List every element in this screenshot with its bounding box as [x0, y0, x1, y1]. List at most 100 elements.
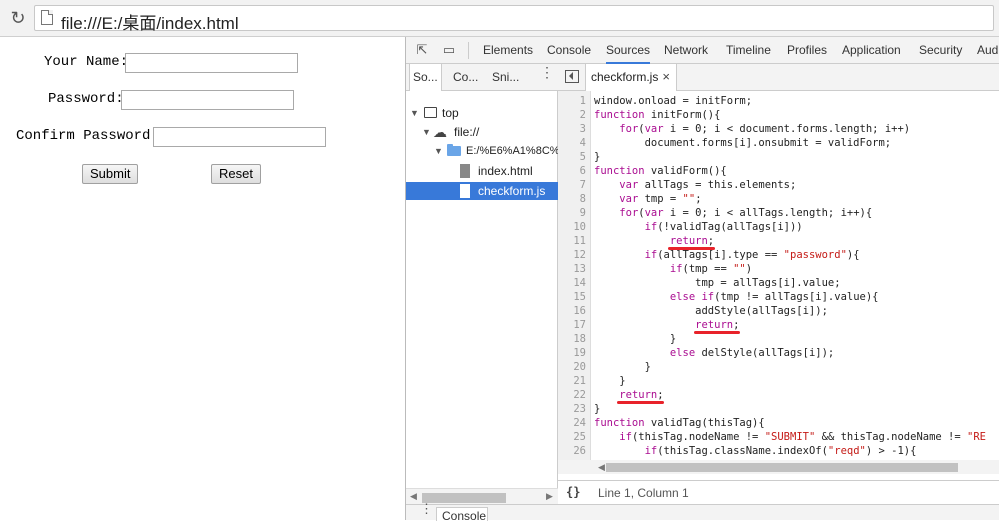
code-line[interactable]: 26 if(thisTag.className.indexOf("reqd") … — [558, 444, 999, 458]
tab-profiles[interactable]: Profiles — [787, 37, 827, 64]
code-line[interactable]: 4 document.forms[i].onsubmit = validForm… — [558, 136, 999, 150]
drawer-menu-icon[interactable]: ⋮ — [420, 502, 433, 515]
editor-horizontal-scrollbar[interactable]: ◀ — [558, 460, 999, 474]
line-number[interactable]: 12 — [558, 248, 586, 262]
tab-network[interactable]: Network — [664, 37, 708, 64]
tree-item-top[interactable]: ▼ top — [406, 104, 558, 122]
line-number[interactable]: 23 — [558, 402, 586, 416]
password-input[interactable] — [121, 90, 294, 110]
code-text: for(var i = 0; i < allTags.length; i++){ — [619, 207, 873, 219]
code-line[interactable]: 19 else delStyle(allTags[i]); — [558, 346, 999, 360]
code-line[interactable]: 20 } — [558, 360, 999, 374]
toggle-navigator-icon[interactable] — [565, 70, 579, 83]
tab-elements[interactable]: Elements — [483, 37, 533, 64]
code-line[interactable]: 22 return; — [558, 388, 999, 402]
line-number[interactable]: 26 — [558, 444, 586, 458]
tree-item-origin[interactable]: ▼ ☁ file:// — [406, 123, 558, 141]
code-line[interactable]: 10 if(!validTag(allTags[i])) — [558, 220, 999, 234]
line-number[interactable]: 6 — [558, 164, 586, 178]
close-icon[interactable]: × — [662, 64, 670, 90]
expand-arrow-icon[interactable]: ▼ — [434, 142, 443, 160]
code-line[interactable]: 5} — [558, 150, 999, 164]
code-line[interactable]: 12 if(allTags[i].type == "password"){ — [558, 248, 999, 262]
submit-button[interactable]: Submit — [82, 164, 139, 184]
code-line[interactable]: 9 for(var i = 0; i < allTags.length; i++… — [558, 206, 999, 220]
reset-button[interactable]: Reset — [211, 164, 261, 184]
code-line[interactable]: 14 tmp = allTags[i].value; — [558, 276, 999, 290]
tab-timeline[interactable]: Timeline — [726, 37, 771, 64]
line-number[interactable]: 9 — [558, 206, 586, 220]
code-line[interactable]: 15 else if(tmp != allTags[i].value){ — [558, 290, 999, 304]
line-number[interactable]: 3 — [558, 122, 586, 136]
device-mode-icon[interactable]: ▭ — [441, 42, 457, 58]
tree-item-folder[interactable]: ▼ E:/%E6%A1%8C% — [406, 142, 558, 160]
confirm-password-input[interactable] — [153, 127, 326, 147]
code-line[interactable]: 2 function initForm(){ — [558, 108, 999, 122]
code-line[interactable]: 25 if(thisTag.nodeName != "SUBMIT" && th… — [558, 430, 999, 444]
code-line[interactable]: 13 if(tmp == "") — [558, 262, 999, 276]
cloud-icon: ☁ — [433, 124, 447, 140]
scroll-right-icon[interactable]: ▶ — [546, 491, 553, 502]
name-label: Your Name: — [44, 54, 129, 70]
line-number[interactable]: 19 — [558, 346, 586, 360]
code-editor[interactable]: 1 window.onload = initForm; 2 function init… — [558, 91, 999, 460]
line-number[interactable]: 8 — [558, 192, 586, 206]
code-line[interactable]: 6 function validForm(){ — [558, 164, 999, 178]
code-text: if(thisTag.className.indexOf("reqd") > -… — [644, 445, 917, 457]
tree-item-checkform-js[interactable]: checkform.js — [406, 182, 558, 200]
scrollbar-thumb[interactable] — [606, 463, 958, 472]
line-number[interactable]: 24 — [558, 416, 586, 430]
line-number[interactable]: 18 — [558, 332, 586, 346]
line-number[interactable]: 7 — [558, 178, 586, 192]
line-number[interactable]: 14 — [558, 276, 586, 290]
pretty-print-icon[interactable]: {} — [566, 485, 580, 499]
reload-icon[interactable]: ↻ — [8, 8, 28, 28]
line-number[interactable]: 17 — [558, 318, 586, 332]
tab-content-scripts[interactable]: Co... — [453, 64, 478, 91]
scroll-left-icon[interactable]: ◀ — [598, 462, 605, 473]
code-line[interactable]: 18 } — [558, 332, 999, 346]
line-number[interactable]: 1 — [558, 94, 586, 108]
tab-snippets[interactable]: Sni... — [492, 64, 519, 91]
tab-console[interactable]: Console — [547, 37, 591, 64]
url-text[interactable]: file:///E:/桌面/index.html — [61, 9, 239, 34]
line-number[interactable]: 22 — [558, 388, 586, 402]
more-options-icon[interactable]: ⋮ — [540, 65, 554, 79]
inspect-element-icon[interactable]: ⇱ — [414, 42, 430, 58]
drawer-tab-console[interactable]: Console — [436, 507, 488, 521]
line-number[interactable]: 21 — [558, 374, 586, 388]
code-line[interactable]: 7 var allTags = this.elements; — [558, 178, 999, 192]
code-line[interactable]: 17 return; — [558, 318, 999, 332]
line-number[interactable]: 13 — [558, 262, 586, 276]
name-input[interactable] — [125, 53, 298, 73]
code-line[interactable]: 16 addStyle(allTags[i]); — [558, 304, 999, 318]
code-line[interactable]: 11 return; — [558, 234, 999, 248]
code-line[interactable]: 1 window.onload = initForm; — [558, 94, 999, 108]
code-line[interactable]: 8 var tmp = ""; — [558, 192, 999, 206]
code-line[interactable]: 23} — [558, 402, 999, 416]
line-number[interactable]: 20 — [558, 360, 586, 374]
line-number[interactable]: 15 — [558, 290, 586, 304]
expand-arrow-icon[interactable]: ▼ — [410, 104, 419, 122]
line-number[interactable]: 11 — [558, 234, 586, 248]
code-line[interactable]: 21 } — [558, 374, 999, 388]
line-number[interactable]: 5 — [558, 150, 586, 164]
editor-tab-checkform[interactable]: checkform.js × — [585, 64, 677, 91]
line-number[interactable]: 4 — [558, 136, 586, 150]
tab-application[interactable]: Application — [842, 37, 901, 64]
expand-arrow-icon[interactable]: ▼ — [422, 123, 431, 141]
tab-sources[interactable]: Sources — [606, 37, 651, 64]
line-number[interactable]: 10 — [558, 220, 586, 234]
line-number[interactable]: 16 — [558, 304, 586, 318]
tab-security[interactable]: Security — [919, 37, 962, 64]
scrollbar-thumb[interactable] — [422, 493, 506, 503]
tab-sources-files[interactable]: So... — [409, 64, 442, 91]
line-number[interactable]: 25 — [558, 430, 586, 444]
scroll-left-icon[interactable]: ◀ — [410, 491, 417, 502]
code-line[interactable]: 3 for(var i = 0; i < document.forms.leng… — [558, 122, 999, 136]
address-bar[interactable]: file:///E:/桌面/index.html — [34, 5, 994, 34]
tab-audits[interactable]: Audi — [977, 37, 999, 64]
code-line[interactable]: 24 function validTag(thisTag){ — [558, 416, 999, 430]
line-number[interactable]: 2 — [558, 108, 586, 122]
tree-item-index-html[interactable]: index.html — [406, 162, 558, 180]
